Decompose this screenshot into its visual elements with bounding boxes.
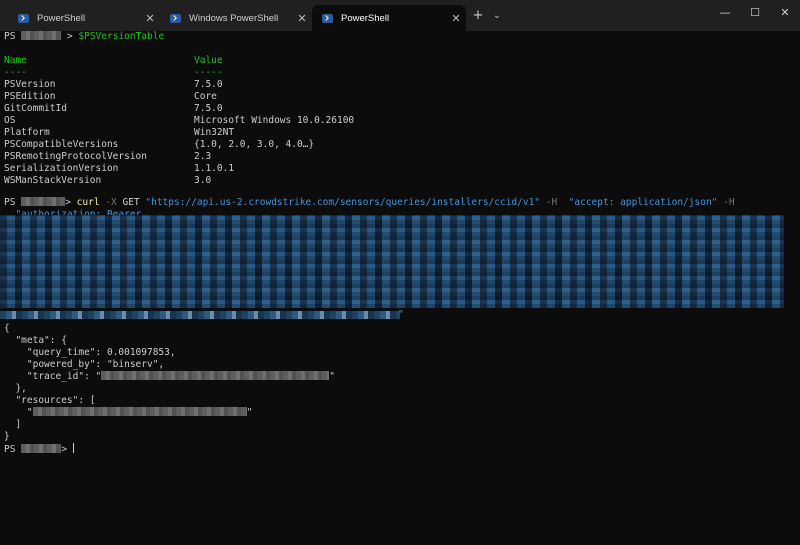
close-window-button[interactable]: ✕	[770, 0, 800, 26]
tab-label: Windows PowerShell	[189, 12, 279, 24]
token-close-quote: "	[398, 309, 404, 320]
current-prompt[interactable]: PS >	[4, 443, 74, 455]
redacted-trace-id	[101, 371, 330, 380]
redacted-resource	[32, 407, 247, 416]
redacted-token-tail	[0, 311, 400, 319]
table-row: PSCompatibleVersions {1.0, 2.0, 3.0, 4.0……	[4, 139, 315, 150]
scrollbar[interactable]	[792, 31, 800, 545]
json-line: "query_time": 0.001097853,	[4, 347, 176, 358]
json-line: {	[4, 323, 10, 334]
redacted-bearer-token	[0, 215, 784, 308]
json-line: },	[4, 383, 27, 394]
terminal-output[interactable]: PS > $PSVersionTable Name Value ---- -----…	[0, 31, 800, 545]
redacted-path	[21, 31, 62, 40]
tab-dropdown-button[interactable]: ⌄	[490, 8, 504, 24]
tab-powershell-active[interactable]: PowerShell ✕	[312, 5, 466, 31]
json-line: "meta": {	[4, 335, 67, 346]
close-tab-icon[interactable]: ✕	[292, 12, 312, 25]
redacted-path	[21, 197, 66, 206]
table-row: PSEdition Core	[4, 91, 217, 102]
curl-command-line: PS > curl -X GET "https://api.us-2.crowd…	[4, 197, 735, 208]
tab-label: PowerShell	[37, 12, 86, 24]
json-line: }	[4, 431, 10, 442]
table-row: SerializationVersion 1.1.0.1	[4, 163, 235, 174]
minimize-button[interactable]: —	[710, 0, 740, 26]
tab-label: PowerShell	[341, 12, 390, 24]
table-row: OS Microsoft Windows 10.0.26100	[4, 115, 355, 126]
table-row: WSManStackVersion 3.0	[4, 175, 212, 186]
json-line: ]	[4, 419, 22, 430]
table-row: GitCommitId 7.5.0	[4, 103, 223, 114]
powershell-icon	[170, 13, 181, 23]
text-cursor	[72, 443, 74, 453]
table-header: Name Value	[4, 55, 223, 66]
title-bar: PowerShell ✕ Windows PowerShell ✕ PowerS…	[0, 0, 800, 31]
redacted-path	[21, 444, 62, 453]
new-tab-button[interactable]: +	[470, 8, 486, 24]
json-line: "powered_by": "binserv",	[4, 359, 165, 370]
json-line: "resources": [	[4, 395, 96, 406]
table-row: PSVersion 7.5.0	[4, 79, 223, 90]
tab-windows-powershell[interactable]: Windows PowerShell ✕	[160, 5, 312, 31]
json-line: "trace_id": " "	[4, 371, 335, 382]
close-tab-icon[interactable]: ✕	[446, 12, 466, 25]
close-tab-icon[interactable]: ✕	[140, 12, 160, 25]
tab-powershell-1[interactable]: PowerShell ✕	[8, 5, 160, 31]
powershell-icon	[322, 13, 333, 23]
table-underline: ---- -----	[4, 67, 223, 78]
table-row: PSRemotingProtocolVersion 2.3	[4, 151, 212, 162]
powershell-icon	[18, 13, 29, 23]
table-row: Platform Win32NT	[4, 127, 235, 138]
json-line: " "	[4, 407, 253, 418]
prompt-line: PS > $PSVersionTable	[4, 31, 165, 42]
command-text: $PSVersionTable	[78, 31, 165, 42]
maximize-button[interactable]: ☐	[740, 0, 770, 26]
